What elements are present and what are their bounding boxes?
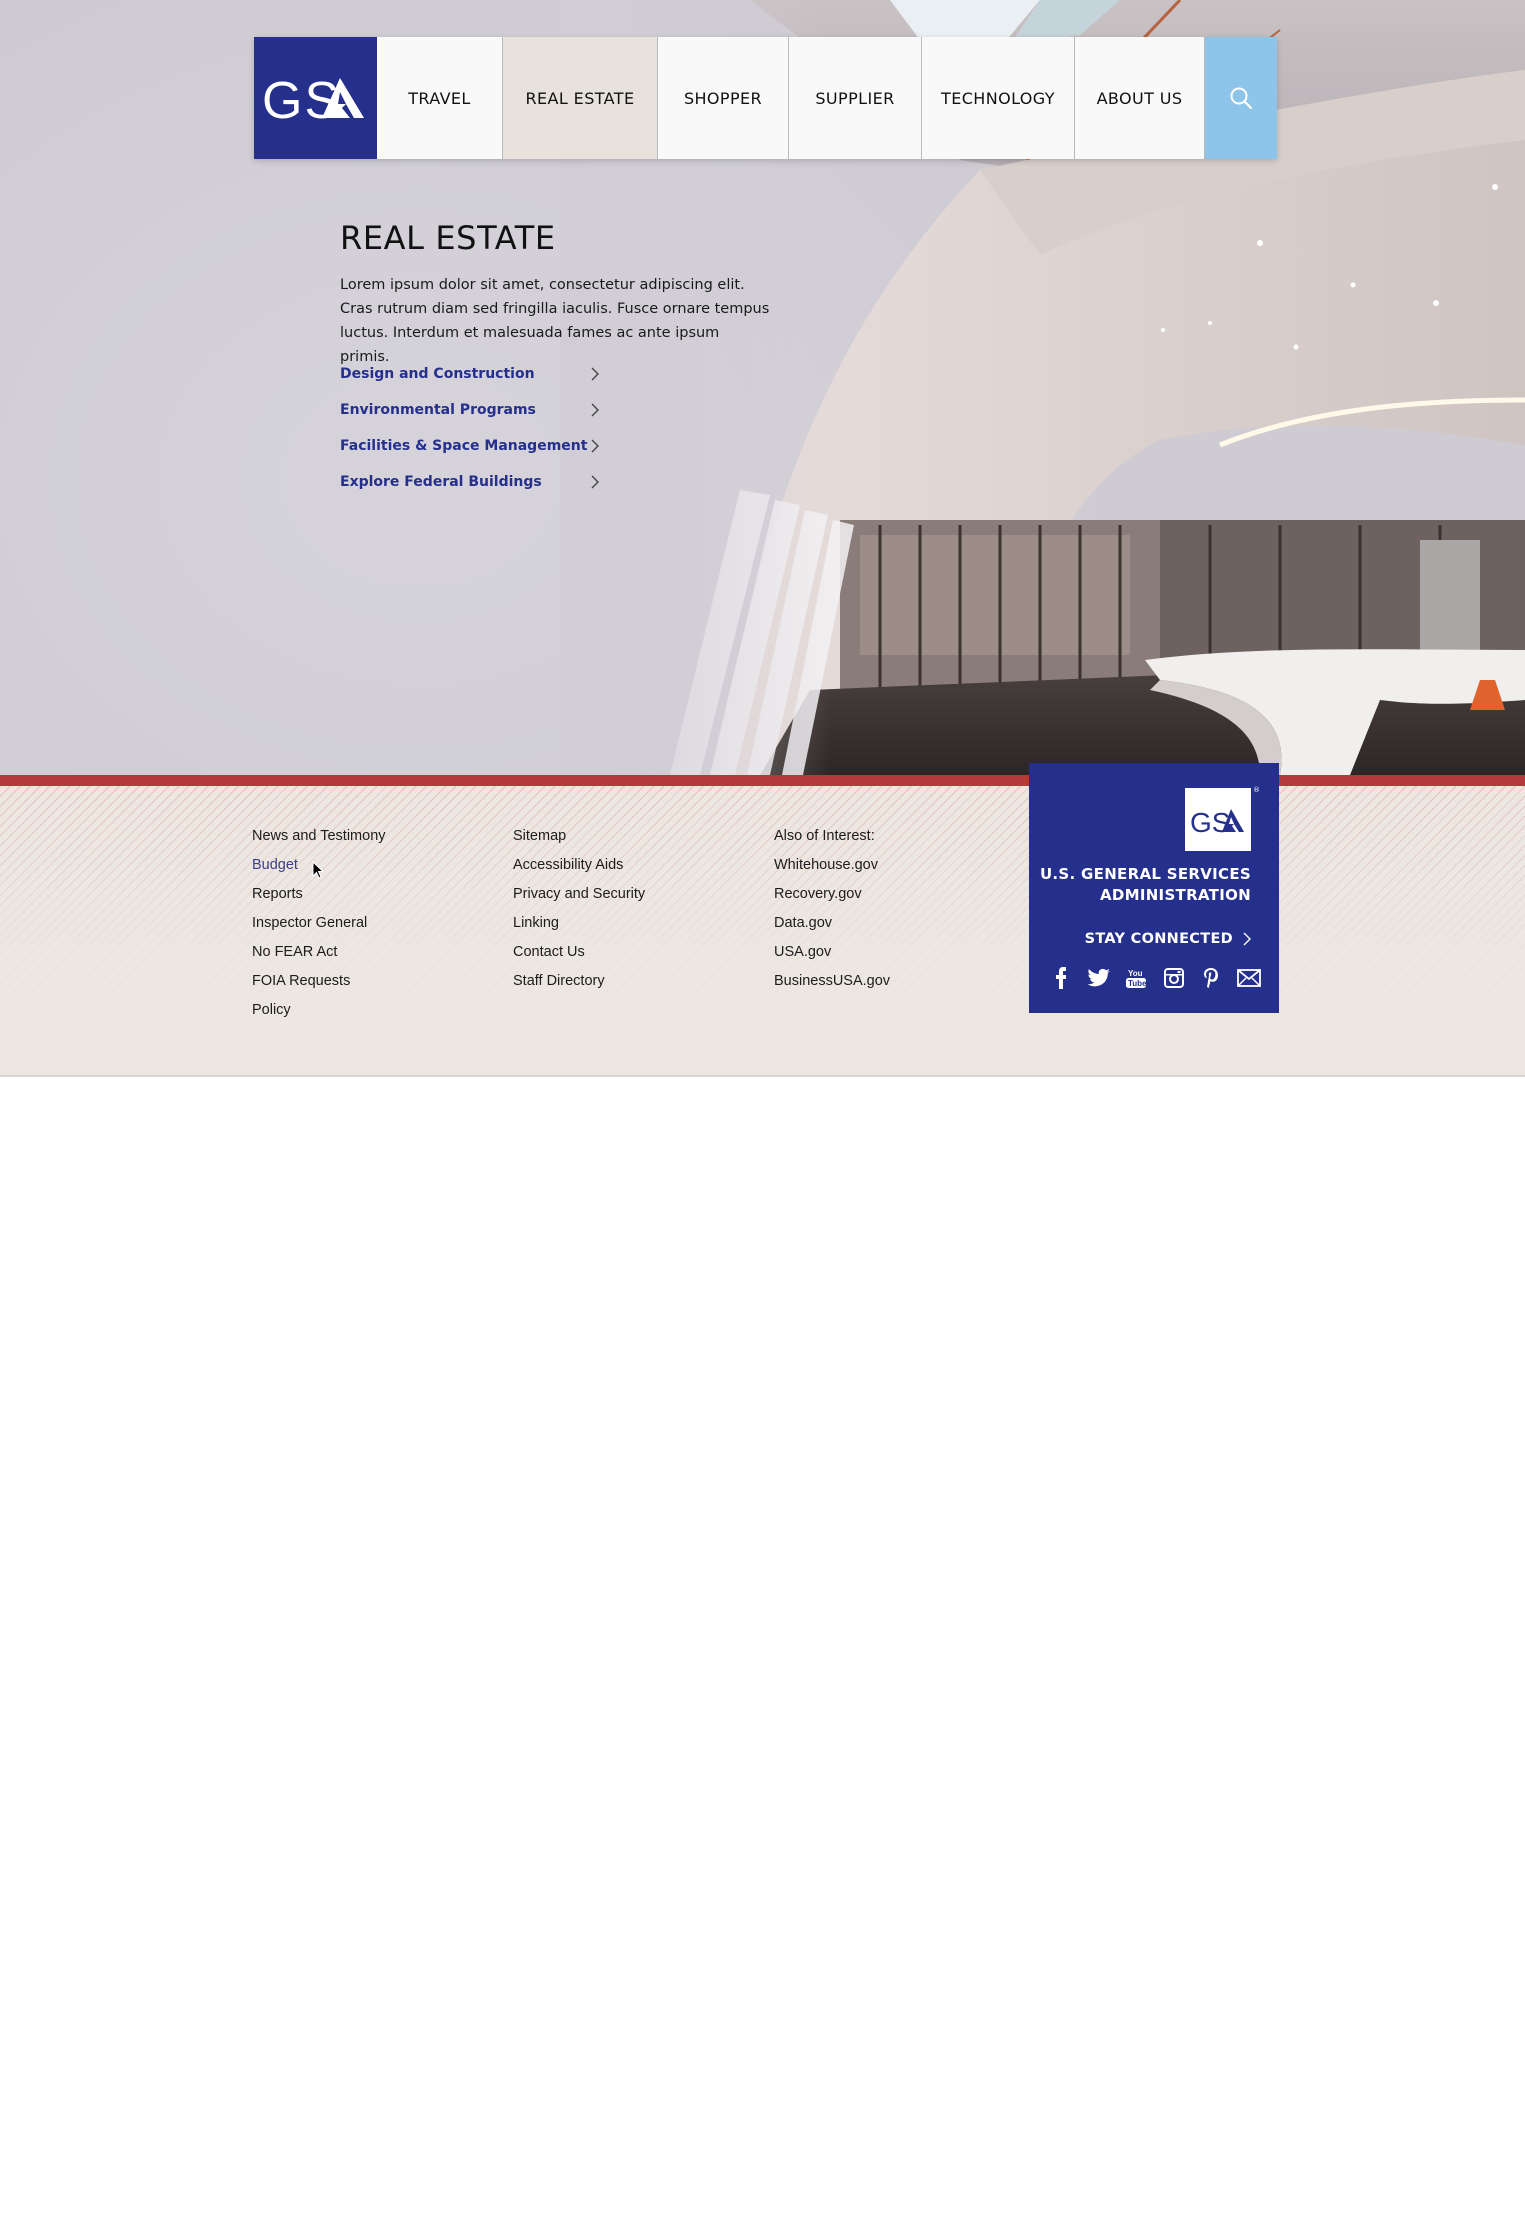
youtube-icon[interactable]: You Tube — [1124, 966, 1148, 990]
footer-accent-bar — [0, 775, 1525, 786]
social-links: You Tube — [1049, 966, 1261, 990]
site-footer: News and Testimony Budget Reports Inspec… — [0, 786, 1525, 1076]
chevron-right-icon — [591, 403, 599, 417]
svg-text:GS: GS — [1190, 807, 1230, 837]
footer-column-3: Also of Interest: Whitehouse.gov Recover… — [774, 826, 890, 1000]
page-title: REAL ESTATE — [340, 219, 556, 257]
instagram-icon[interactable] — [1162, 966, 1186, 990]
footer-column-2: Sitemap Accessibility Aids Privacy and S… — [513, 826, 645, 1000]
footer-link-accessibility-aids[interactable]: Accessibility Aids — [513, 855, 645, 884]
nav-item-shopper[interactable]: SHOPPER — [658, 37, 789, 159]
search-button[interactable] — [1205, 37, 1277, 159]
footer-link-news-testimony[interactable]: News and Testimony — [252, 826, 386, 855]
nav-item-technology[interactable]: TECHNOLOGY — [922, 37, 1075, 159]
footer-link-whitehouse[interactable]: Whitehouse.gov — [774, 855, 890, 884]
nav-item-real-estate[interactable]: REAL ESTATE — [503, 37, 658, 159]
link-design-construction[interactable]: Design and Construction — [340, 356, 600, 392]
main-navigation: GS TRAVEL REAL ESTATE SHOPPER SUPPLIER T… — [254, 37, 1277, 159]
nav-item-travel[interactable]: TRAVEL — [377, 37, 503, 159]
footer-link-recovery[interactable]: Recovery.gov — [774, 884, 890, 913]
footer-link-usa-gov[interactable]: USA.gov — [774, 942, 890, 971]
footer-link-staff-directory[interactable]: Staff Directory — [513, 971, 645, 1000]
footer-column-1: News and Testimony Budget Reports Inspec… — [252, 826, 386, 1029]
chevron-right-icon — [1243, 932, 1251, 946]
section-link-list: Design and Construction Environmental Pr… — [340, 356, 600, 500]
link-label: Design and Construction — [340, 366, 535, 382]
agency-name-line-1: U.S. GENERAL SERVICES — [1039, 865, 1251, 883]
footer-link-inspector-general[interactable]: Inspector General — [252, 913, 386, 942]
footer-link-privacy-security[interactable]: Privacy and Security — [513, 884, 645, 913]
link-label: Facilities & Space Management — [340, 438, 588, 454]
link-label: Explore Federal Buildings — [340, 474, 542, 490]
chevron-right-icon — [591, 475, 599, 489]
footer-link-no-fear-act[interactable]: No FEAR Act — [252, 942, 386, 971]
gsa-logo[interactable]: GS — [254, 37, 377, 159]
footer-link-sitemap[interactable]: Sitemap — [513, 826, 645, 855]
page-description: Lorem ipsum dolor sit amet, consectetur … — [340, 277, 770, 365]
footer-link-foia-requests[interactable]: FOIA Requests — [252, 971, 386, 1000]
nav-item-supplier[interactable]: SUPPLIER — [789, 37, 922, 159]
link-explore-federal-buildings[interactable]: Explore Federal Buildings — [340, 464, 600, 500]
svg-text:Tube: Tube — [1128, 979, 1147, 988]
footer-link-linking[interactable]: Linking — [513, 913, 645, 942]
footer-link-contact-us[interactable]: Contact Us — [513, 942, 645, 971]
footer-link-policy[interactable]: Policy — [252, 1000, 386, 1029]
gsa-footer-logo[interactable]: GS — [1185, 788, 1251, 851]
chevron-right-icon — [591, 367, 599, 381]
footer-link-data-gov[interactable]: Data.gov — [774, 913, 890, 942]
hero-section: GS TRAVEL REAL ESTATE SHOPPER SUPPLIER T… — [0, 0, 1525, 775]
stay-connected-label: STAY CONNECTED — [1084, 931, 1233, 947]
stay-connected-link[interactable]: STAY CONNECTED — [1085, 931, 1251, 947]
footer-pattern-fade — [0, 786, 1525, 1076]
gsa-logo-mark: GS — [262, 72, 364, 128]
agency-name: U.S. GENERAL SERVICES ADMINISTRATION — [1040, 864, 1251, 906]
link-facilities-space-management[interactable]: Facilities & Space Management — [340, 428, 600, 464]
agency-name-line-2: ADMINISTRATION — [1099, 886, 1251, 904]
pinterest-icon[interactable] — [1199, 966, 1223, 990]
chevron-right-icon — [591, 439, 599, 453]
link-environmental-programs[interactable]: Environmental Programs — [340, 392, 600, 428]
svg-text:GS: GS — [262, 72, 341, 128]
email-icon[interactable] — [1237, 966, 1261, 990]
mouse-cursor-icon — [312, 861, 324, 879]
footer-link-businessusa[interactable]: BusinessUSA.gov — [774, 971, 890, 1000]
gsa-contact-panel: GS ® U.S. GENERAL SERVICES ADMINISTRATIO… — [1029, 763, 1279, 1013]
gsa-logo-mark: GS — [1190, 807, 1244, 837]
link-label: Environmental Programs — [340, 402, 536, 418]
svg-text:You: You — [1128, 969, 1143, 978]
search-icon — [1230, 87, 1253, 110]
facebook-icon[interactable] — [1049, 966, 1073, 990]
registered-mark: ® — [1253, 786, 1260, 794]
footer-heading-also-of-interest: Also of Interest: — [774, 828, 875, 844]
footer-bottom-border — [0, 1075, 1525, 1077]
twitter-icon[interactable] — [1087, 966, 1111, 990]
footer-link-reports[interactable]: Reports — [252, 884, 386, 913]
nav-item-about-us[interactable]: ABOUT US — [1075, 37, 1205, 159]
